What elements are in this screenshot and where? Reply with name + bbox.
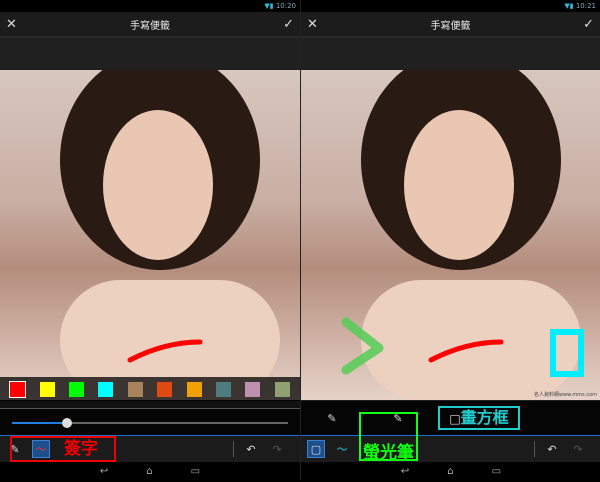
color-swatch[interactable] [186, 381, 202, 397]
status-bar: ▼▮ 10:21 [301, 0, 600, 12]
confirm-icon[interactable]: ✓ [283, 17, 294, 32]
pen-type-button[interactable]: ✎ [323, 409, 341, 427]
back-icon[interactable]: ↩ [100, 466, 108, 477]
color-palette [0, 377, 300, 401]
photo-drawing [60, 70, 280, 400]
color-swatch[interactable] [9, 380, 27, 398]
left-screen: ▼▮ 10:20 ✕ 手寫便籤 ✓ ✎ 〜 ↶ ↷ 簽字筆 ↩ ⌂ ▭ [0, 0, 300, 481]
back-icon[interactable]: ↩ [401, 466, 409, 477]
home-icon[interactable]: ⌂ [146, 466, 152, 477]
rectangle-icon: □ [449, 412, 461, 426]
undo-button[interactable]: ↶ [242, 440, 260, 458]
title-bar: ✕ 手寫便籤 ✓ [301, 12, 600, 36]
title-bar: ✕ 手寫便籤 ✓ [0, 12, 300, 36]
wifi-icon: ▼▮ [564, 2, 576, 10]
color-swatch[interactable] [98, 381, 114, 397]
photo-drawing [341, 70, 584, 400]
face [103, 110, 213, 260]
color-swatch[interactable] [157, 381, 173, 397]
shoulders [361, 280, 581, 400]
photo-canvas[interactable]: 名人資料網www.mms.com [301, 70, 600, 400]
status-time: 10:21 [575, 2, 596, 10]
recent-apps-icon[interactable]: ▭ [492, 466, 501, 477]
watermark: 名人資料網www.mms.com [533, 392, 597, 398]
nav-bar: ↩ ⌂ ▭ [301, 462, 600, 480]
color-swatch[interactable] [68, 381, 84, 397]
undo-button[interactable]: ↶ [543, 440, 561, 458]
redo-button[interactable]: ↷ [268, 440, 286, 458]
annotation-rectangle: □畫方框 [438, 406, 520, 430]
color-swatch[interactable] [127, 381, 143, 397]
annotation-rectangle-label: 畫方框 [460, 408, 509, 427]
highlighter-tool-button[interactable]: 〜 [333, 440, 351, 458]
home-icon[interactable]: ⌂ [447, 466, 453, 477]
color-swatch[interactable] [274, 381, 290, 397]
annotation-signature-pen: 簽字筆 [10, 436, 116, 481]
confirm-icon[interactable]: ✓ [583, 17, 594, 32]
page-title: 手寫便籤 [430, 20, 471, 32]
divider [534, 441, 535, 457]
right-screen: ▼▮ 10:21 ✕ 手寫便籤 ✓ 名人資料網www.mms.com ✎ ✎ ▢… [300, 0, 600, 480]
redo-button[interactable]: ↷ [569, 440, 587, 458]
recent-apps-icon[interactable]: ▭ [191, 466, 200, 477]
toolbar: ▢ 〜 ↶ ↷ [301, 435, 600, 462]
photo-canvas[interactable] [0, 70, 300, 400]
spacer [0, 36, 300, 70]
annotation-highlighter: 螢光筆 [359, 412, 418, 463]
slider-thumb[interactable] [62, 418, 73, 428]
page-title: 手寫便籤 [130, 20, 170, 32]
slider-track[interactable] [12, 418, 288, 428]
color-swatch[interactable] [39, 381, 55, 397]
face [404, 110, 514, 260]
color-swatch[interactable] [215, 381, 231, 397]
status-time: 10:20 [275, 2, 296, 10]
nav-bar: ↩ ⌂ ▭ [0, 462, 300, 480]
close-icon[interactable]: ✕ [6, 17, 17, 32]
divider [233, 441, 234, 457]
close-icon[interactable]: ✕ [307, 17, 318, 32]
spacer [301, 36, 600, 70]
stroke-size-slider[interactable] [0, 408, 300, 435]
color-swatch[interactable] [245, 381, 261, 397]
slider-fill [12, 422, 68, 424]
wifi-icon: ▼▮ [264, 2, 276, 10]
rectangle-tool-button[interactable]: ▢ [307, 440, 325, 458]
status-bar: ▼▮ 10:20 [0, 0, 300, 12]
